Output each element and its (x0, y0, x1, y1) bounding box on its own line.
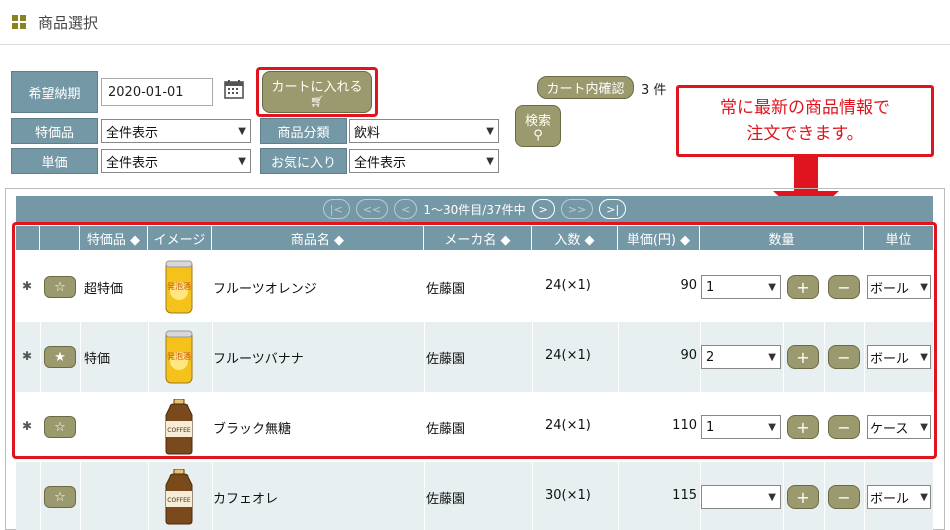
search-icon: ⚲ (533, 127, 543, 143)
prev-page-button[interactable]: < (394, 199, 418, 219)
column-divider (824, 462, 825, 530)
calendar-icon[interactable] (224, 79, 244, 99)
delivery-date-input[interactable]: 2020-01-01 (101, 78, 213, 106)
column-divider (80, 462, 81, 530)
product-name: カフェオレ (213, 492, 279, 507)
column-divider (864, 462, 865, 530)
favorite-select[interactable]: 全件表示 ▼ (349, 149, 499, 173)
callout-line-2: 注文できます。 (746, 124, 864, 144)
category-label: 商品分類 (260, 118, 347, 144)
page-title: 商品選択 (38, 14, 99, 32)
decrement-button[interactable]: − (828, 485, 860, 509)
next-page-group-button[interactable]: >> (560, 199, 594, 219)
table-highlight (12, 222, 937, 459)
favorite-label: お気に入り (260, 148, 347, 174)
title-bar: 商品選択 (0, 0, 950, 45)
column-divider (783, 462, 784, 530)
grid-icon (12, 15, 26, 29)
last-page-button[interactable]: >| (599, 199, 627, 219)
cart-count: 3 件 (641, 83, 667, 98)
column-divider (618, 462, 619, 530)
column-divider (40, 462, 41, 530)
unit-price-label: 単価 (11, 148, 98, 174)
callout-line-1: 常に最新の商品情報で (720, 98, 890, 118)
category-select-value: 飲料 (354, 125, 381, 141)
special-label: 特価品 (11, 118, 98, 144)
unit-price-select-value: 全件表示 (106, 155, 159, 171)
unit-value: ボール (870, 491, 910, 507)
first-page-button[interactable]: |< (322, 199, 350, 219)
cart-icon: 🛒︎ (310, 94, 324, 108)
favorite-star-button[interactable]: ☆ (44, 486, 76, 508)
add-to-cart-label: カートに入れる (271, 79, 363, 95)
increment-button[interactable]: + (787, 485, 819, 509)
cart-check-button[interactable]: カート内確認 (537, 76, 634, 99)
chevron-down-icon: ▼ (920, 491, 928, 503)
search-button[interactable]: 検索 ⚲ (515, 105, 561, 147)
pager-info: 1～30件目/37件中 (423, 202, 526, 217)
category-select[interactable]: 飲料 ▼ (349, 119, 499, 143)
special-select[interactable]: 全件表示 ▼ (101, 119, 251, 143)
unit-select[interactable]: ボール ▼ (867, 485, 931, 509)
chevron-down-icon: ▼ (768, 491, 776, 503)
product-image: COFFEE (165, 469, 193, 525)
unit-price: 115 (672, 488, 697, 503)
column-divider (424, 462, 425, 530)
column-divider (532, 462, 533, 530)
maker-name: 佐藤園 (426, 492, 466, 507)
search-label: 検索 (524, 113, 551, 129)
qty-per-pack: 30(×1) (545, 488, 591, 503)
add-to-cart-button[interactable]: カートに入れる 🛒︎ (262, 71, 372, 113)
delivery-label: 希望納期 (11, 71, 98, 113)
unit-price-select[interactable]: 全件表示 ▼ (101, 149, 251, 173)
chevron-down-icon: ▼ (238, 125, 246, 137)
can-label: COFFEE (167, 497, 191, 504)
favorite-select-value: 全件表示 (354, 155, 407, 171)
column-divider (148, 462, 149, 530)
special-select-value: 全件表示 (106, 125, 159, 141)
chevron-down-icon: ▼ (486, 125, 494, 137)
next-page-button[interactable]: > (531, 199, 555, 219)
callout-box: 常に最新の商品情報で 注文できます。 (676, 85, 934, 157)
prev-page-group-button[interactable]: << (355, 199, 389, 219)
pager: |< << < 1～30件目/37件中 > >> >| (16, 196, 933, 222)
chevron-down-icon: ▼ (238, 155, 246, 167)
chevron-down-icon: ▼ (486, 155, 494, 167)
quantity-select[interactable]: ▼ (701, 485, 781, 509)
